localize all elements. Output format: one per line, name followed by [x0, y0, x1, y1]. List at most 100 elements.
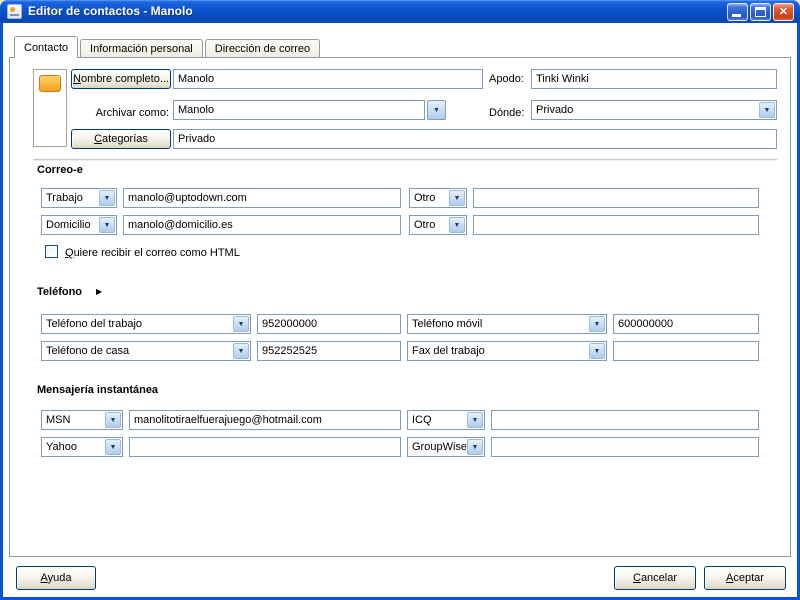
close-icon: ✕ — [778, 6, 789, 18]
email-other-type-select-2[interactable]: Otro ▼ — [409, 215, 467, 235]
im-type-value-3: Yahoo — [46, 441, 77, 453]
chevron-down-icon: ▼ — [453, 194, 461, 202]
where-label: Dónde: — [489, 107, 525, 119]
phone-type-value-1: Teléfono del trabajo — [46, 318, 143, 330]
file-as-dropdown-button[interactable]: ▼ — [427, 100, 446, 120]
email-type-value-1: Trabajo — [46, 192, 83, 204]
email-type-dropdown-2[interactable]: ▼ — [99, 217, 115, 233]
chevron-down-icon: ▼ — [433, 106, 440, 114]
where-dropdown-button[interactable]: ▼ — [759, 102, 775, 118]
window-controls: ✕ — [727, 3, 794, 21]
phone-type-value-2: Teléfono móvil — [412, 318, 483, 330]
tab-contacto[interactable]: Contacto — [14, 36, 79, 58]
chevron-down-icon: ▼ — [471, 416, 479, 424]
phone-input-1[interactable] — [257, 314, 401, 334]
categories-input[interactable] — [173, 129, 777, 149]
contact-photo-button[interactable] — [33, 69, 67, 147]
chevron-down-icon: ▼ — [109, 416, 117, 424]
email-type-value-2: Domicilio — [46, 219, 91, 231]
minimize-button[interactable] — [727, 3, 748, 21]
where-select-value: Privado — [536, 104, 574, 116]
chevron-down-icon: ▼ — [103, 221, 111, 229]
section-title-email: Correo-e — [37, 164, 83, 176]
phone-type-select-1[interactable]: Teléfono del trabajo ▼ — [41, 314, 251, 334]
html-mail-checkbox[interactable] — [45, 245, 58, 258]
phone-type-value-3: Teléfono de casa — [46, 345, 130, 357]
cancel-button-label: Cancelar — [632, 572, 678, 584]
dialog-body: Contacto Información personal Dirección … — [3, 23, 797, 597]
header-separator — [33, 159, 777, 161]
close-button[interactable]: ✕ — [773, 3, 794, 21]
help-button-label: Ayuda — [40, 572, 72, 584]
accept-button-label: Aceptar — [726, 572, 764, 584]
im-input-4[interactable] — [491, 437, 759, 457]
cancel-button[interactable]: Cancelar — [614, 566, 696, 590]
title-bar[interactable]: Editor de contactos - Manolo ✕ — [0, 0, 800, 23]
full-name-button[interactable]: Nombre completo... — [71, 69, 171, 89]
phone-expander-icon[interactable]: ▶ — [96, 288, 102, 296]
im-input-1[interactable] — [129, 410, 401, 430]
section-title-phone: Teléfono — [37, 286, 83, 298]
chevron-down-icon: ▼ — [471, 443, 479, 451]
chevron-down-icon: ▼ — [109, 443, 117, 451]
chevron-down-icon: ▼ — [103, 194, 111, 202]
im-type-dropdown-1[interactable]: ▼ — [105, 412, 121, 428]
chevron-down-icon: ▼ — [237, 320, 245, 328]
im-type-select-4[interactable]: GroupWise ▼ — [407, 437, 485, 457]
im-type-dropdown-3[interactable]: ▼ — [105, 439, 121, 455]
tab-informacion-personal[interactable]: Información personal — [80, 39, 203, 57]
full-name-button-label: Nombre completo... — [73, 73, 169, 85]
phone-type-dropdown-2[interactable]: ▼ — [589, 316, 605, 332]
im-type-value-1: MSN — [46, 414, 71, 426]
photo-placeholder-icon — [39, 75, 61, 92]
phone-type-value-4: Fax del trabajo — [412, 345, 485, 357]
tab-direccion-de-correo[interactable]: Dirección de correo — [204, 39, 321, 57]
email-type-select-2[interactable]: Domicilio ▼ — [41, 215, 117, 235]
nickname-input[interactable] — [531, 69, 777, 89]
contact-card-icon-head — [10, 7, 15, 12]
im-type-select-2[interactable]: ICQ ▼ — [407, 410, 485, 430]
phone-type-select-4[interactable]: Fax del trabajo ▼ — [407, 341, 607, 361]
phone-type-dropdown-4[interactable]: ▼ — [589, 343, 605, 359]
email-other-input-1[interactable] — [473, 188, 759, 208]
phone-input-4[interactable] — [613, 341, 759, 361]
im-input-2[interactable] — [491, 410, 759, 430]
im-type-value-4: GroupWise — [412, 441, 466, 453]
email-other-type-dropdown-2[interactable]: ▼ — [449, 217, 465, 233]
phone-type-dropdown-3[interactable]: ▼ — [233, 343, 249, 359]
im-type-select-3[interactable]: Yahoo ▼ — [41, 437, 123, 457]
phone-type-select-2[interactable]: Teléfono móvil ▼ — [407, 314, 607, 334]
file-as-input[interactable] — [173, 100, 425, 120]
chevron-down-icon: ▼ — [453, 221, 461, 229]
email-other-type-select-1[interactable]: Otro ▼ — [409, 188, 467, 208]
email-input-1[interactable] — [123, 188, 401, 208]
phone-type-select-3[interactable]: Teléfono de casa ▼ — [41, 341, 251, 361]
full-name-input[interactable] — [173, 69, 483, 89]
phone-input-3[interactable] — [257, 341, 401, 361]
im-type-select-1[interactable]: MSN ▼ — [41, 410, 123, 430]
email-type-select-1[interactable]: Trabajo ▼ — [41, 188, 117, 208]
help-button[interactable]: Ayuda — [16, 566, 96, 590]
im-type-dropdown-2[interactable]: ▼ — [467, 412, 483, 428]
html-mail-checkbox-label: Quiere recibir el correo como HTML — [65, 247, 240, 259]
chevron-down-icon: ▼ — [763, 106, 771, 114]
window-title: Editor de contactos - Manolo — [28, 4, 193, 18]
accept-button[interactable]: Aceptar — [704, 566, 786, 590]
im-type-dropdown-4[interactable]: ▼ — [467, 439, 483, 455]
email-other-type-value-1: Otro — [414, 192, 436, 204]
section-title-im: Mensajería instantánea — [37, 384, 159, 396]
im-input-3[interactable] — [129, 437, 401, 457]
file-as-label: Archivar como: — [95, 107, 169, 119]
where-select[interactable]: Privado ▼ — [531, 100, 777, 120]
contact-tab-panel: Nombre completo... Apodo: Archivar como:… — [9, 57, 791, 557]
email-other-type-dropdown-1[interactable]: ▼ — [449, 190, 465, 206]
categories-button[interactable]: Categorías — [71, 129, 171, 149]
maximize-button[interactable] — [750, 3, 771, 21]
contact-editor-window: Editor de contactos - Manolo ✕ Contacto … — [0, 0, 800, 600]
nickname-label: Apodo: — [489, 73, 524, 85]
email-input-2[interactable] — [123, 215, 401, 235]
phone-input-2[interactable] — [613, 314, 759, 334]
email-type-dropdown-1[interactable]: ▼ — [99, 190, 115, 206]
phone-type-dropdown-1[interactable]: ▼ — [233, 316, 249, 332]
email-other-input-2[interactable] — [473, 215, 759, 235]
